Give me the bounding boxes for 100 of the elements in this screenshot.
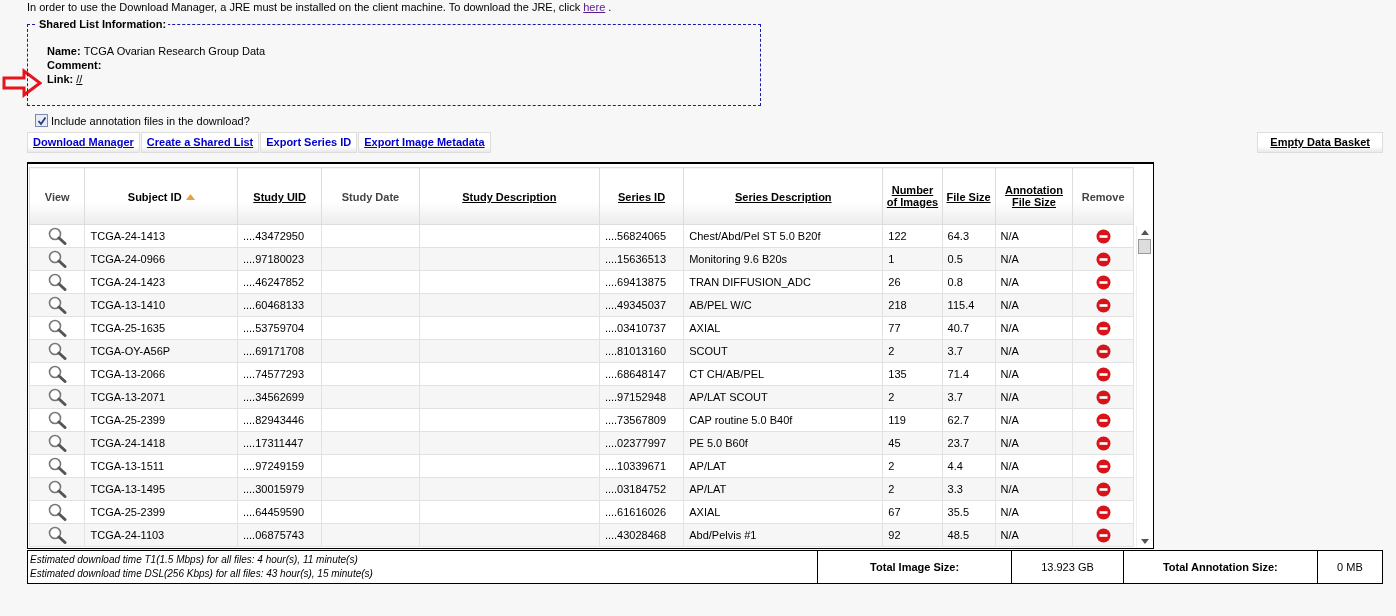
period-text: .	[608, 1, 612, 13]
view-icon[interactable]	[47, 480, 68, 498]
table-cell: ....43472950	[242, 230, 305, 242]
view-icon[interactable]	[47, 227, 68, 245]
shared-link[interactable]: //	[76, 73, 83, 85]
table-cell: Abd/Pelvis #1	[689, 529, 757, 541]
column-header[interactable]: Study Description	[462, 190, 557, 203]
remove-icon[interactable]	[1095, 504, 1111, 520]
table-cell: SCOUT	[689, 345, 728, 357]
remove-icon[interactable]	[1095, 458, 1111, 474]
table-cell: ....30015979	[242, 483, 305, 495]
table-cell: N/A	[1000, 345, 1019, 357]
view-icon[interactable]	[47, 319, 68, 337]
scroll-down-icon[interactable]	[1140, 539, 1149, 544]
view-icon[interactable]	[47, 296, 68, 314]
table-cell: AP/LAT	[689, 483, 727, 495]
here-link[interactable]: here	[583, 1, 606, 13]
field-value: TCGA Ovarian Research Group Data	[83, 45, 266, 57]
table-cell: ....34562699	[242, 391, 305, 403]
remove-icon[interactable]	[1095, 389, 1111, 405]
remove-icon[interactable]	[1095, 228, 1111, 244]
remove-icon[interactable]	[1095, 435, 1111, 451]
table-cell: TCGA-24-1103	[90, 529, 165, 541]
action-button[interactable]: Export Image Metadata	[358, 132, 491, 153]
table-cell: TCGA-24-0966	[90, 253, 166, 265]
table-cell: N/A	[1000, 506, 1019, 518]
remove-icon[interactable]	[1095, 527, 1111, 543]
table-cell: 3.7	[947, 345, 963, 357]
action-button[interactable]: Create a Shared List	[140, 132, 260, 153]
column-header: Remove	[1081, 190, 1125, 203]
remove-icon[interactable]	[1095, 320, 1111, 336]
table-cell: ....17311447	[242, 437, 304, 449]
view-icon[interactable]	[47, 434, 68, 452]
scroll-thumb[interactable]	[1138, 239, 1152, 254]
action-button[interactable]: Export Series ID	[260, 132, 358, 153]
table-cell: 2	[888, 391, 895, 403]
table-cell: AP/LAT	[689, 460, 727, 472]
table-cell: 64.3	[947, 230, 970, 242]
notice-text: In order to use the Download Manager, a JRE must be installed on the client machine. To download the JRE, click	[27, 1, 581, 13]
table-cell: ....15636513	[604, 253, 667, 265]
table-cell: N/A	[1000, 437, 1019, 449]
view-icon[interactable]	[47, 411, 68, 429]
table-cell: TCGA-25-2399	[90, 414, 166, 426]
table-cell: ....03184752	[604, 483, 667, 495]
scrollbar[interactable]	[1135, 226, 1153, 548]
table-cell: ....64459590	[242, 506, 305, 518]
table-cell: ....06875743	[242, 529, 305, 541]
table-cell: N/A	[1000, 253, 1019, 265]
table-cell: ....81013160	[604, 345, 667, 357]
table-cell: N/A	[1000, 368, 1019, 380]
remove-icon[interactable]	[1095, 366, 1111, 382]
remove-icon[interactable]	[1095, 481, 1111, 497]
table-cell: 4.4	[947, 460, 963, 472]
table-cell: 115.4	[947, 299, 975, 311]
column-header[interactable]: Series Description	[735, 190, 832, 203]
view-icon[interactable]	[47, 503, 68, 521]
column-header[interactable]: Subject ID	[127, 190, 182, 203]
table-cell: 3.7	[947, 391, 963, 403]
remove-icon[interactable]	[1095, 274, 1111, 290]
remove-icon[interactable]	[1095, 251, 1111, 267]
summary-value: 13.923 GB	[1011, 550, 1124, 584]
checkbox[interactable]	[35, 114, 48, 127]
empty-basket-button[interactable]: Empty Data Basket	[1257, 132, 1383, 153]
action-button[interactable]: Download Manager	[27, 132, 140, 153]
field-label: Comment:	[47, 59, 102, 71]
table-cell: AB/PEL W/C	[689, 299, 752, 311]
table-cell: 23.7	[947, 437, 970, 449]
table-cell: ....02377997	[604, 437, 667, 449]
table-cell: TCGA-24-1418	[90, 437, 166, 449]
table-cell: 0.8	[947, 276, 963, 288]
table-cell: TCGA-13-2066	[90, 368, 166, 380]
view-icon[interactable]	[47, 250, 68, 268]
table-cell: ....73567809	[604, 414, 667, 426]
view-icon[interactable]	[47, 526, 68, 544]
column-header[interactable]: Study UID	[253, 190, 306, 203]
view-icon[interactable]	[47, 388, 68, 406]
view-icon[interactable]	[47, 342, 68, 360]
table-cell: ....46247852	[242, 276, 305, 288]
table-cell: ....82943446	[242, 414, 305, 426]
table-cell: Monitoring 9.6 B20s	[689, 253, 788, 265]
column-header: Study Date	[341, 190, 400, 203]
view-icon[interactable]	[47, 365, 68, 383]
table-cell: Chest/Abd/Pel ST 5.0 B20f	[689, 230, 821, 242]
table-cell: ....10339671	[604, 460, 667, 472]
table-cell: N/A	[1000, 483, 1019, 495]
view-icon[interactable]	[47, 273, 68, 291]
remove-icon[interactable]	[1095, 412, 1111, 428]
column-header[interactable]: File Size	[946, 190, 991, 203]
remove-icon[interactable]	[1095, 343, 1111, 359]
table-cell: ....49345037	[604, 299, 667, 311]
table-cell: 92	[888, 529, 901, 541]
column-header[interactable]: Series ID	[618, 190, 666, 203]
table-cell: 0.5	[947, 253, 963, 265]
table-cell: CT CH/AB/PEL	[689, 368, 765, 380]
remove-icon[interactable]	[1095, 297, 1111, 313]
estimate-text: Estimated download time T1(1.5 Mbps) for all files: 4 hour(s), 11 minute(s)	[30, 553, 359, 567]
table-cell: 2	[888, 483, 895, 495]
table-cell: 77	[888, 322, 901, 334]
view-icon[interactable]	[47, 457, 68, 475]
table-cell: 1	[888, 253, 895, 265]
